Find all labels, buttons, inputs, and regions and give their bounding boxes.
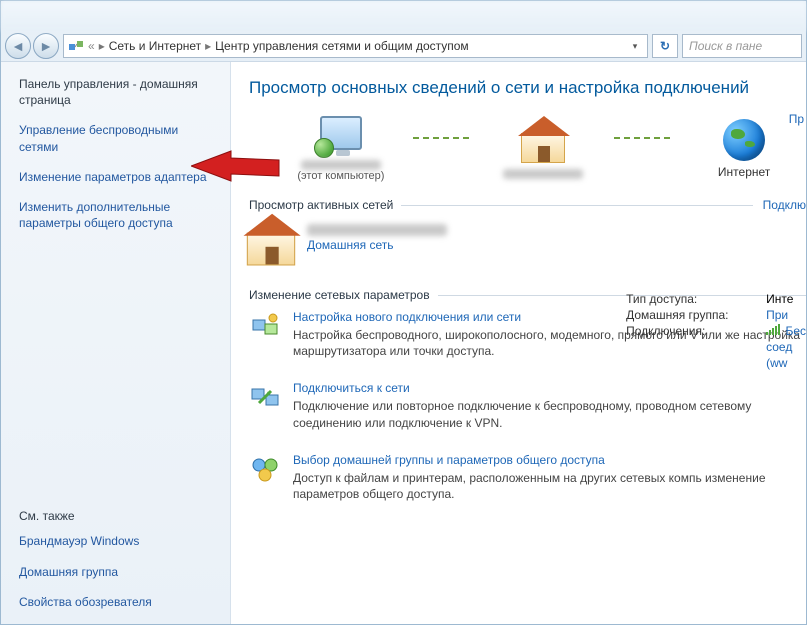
window-titlebar [1, 1, 806, 31]
this-pc-sublabel: (этот компьютер) [297, 170, 384, 182]
divider [401, 205, 752, 206]
access-type-value: Инте [766, 292, 793, 306]
address-dropdown-icon[interactable]: ▾ [627, 41, 643, 52]
search-input[interactable]: Поиск в пане [682, 34, 802, 58]
nav-forward-button[interactable]: ► [33, 33, 59, 59]
setting-desc: Подключение или повторное подключение к … [293, 398, 806, 430]
change-settings-heading: Изменение сетевых параметров [249, 288, 430, 302]
connection-value2: соед [766, 340, 792, 354]
globe-icon [723, 119, 765, 161]
redacted-pc-name [301, 160, 381, 170]
sidebar: Панель управления - домашняя страница Уп… [1, 62, 231, 624]
full-map-link[interactable]: Пр [789, 112, 804, 126]
chevron-right-icon: ▸ [205, 39, 211, 53]
home-network-icon[interactable] [249, 220, 293, 264]
breadcrumb-segment[interactable]: Сеть и Интернет [109, 39, 201, 53]
homegroup-link[interactable]: При [766, 308, 788, 322]
active-networks-heading: Просмотр активных сетей [249, 198, 393, 212]
network-properties: Тип доступа: Инте Домашняя группа: При П… [626, 292, 806, 372]
redacted-ssid [307, 224, 447, 236]
address-bar-row: ◄ ► « ▸ Сеть и Интернет ▸ Центр управлен… [1, 31, 806, 61]
house-icon [521, 133, 565, 163]
new-connection-icon [249, 310, 281, 342]
sidebar-home-link[interactable]: Панель управления - домашняя страница [19, 76, 212, 108]
connection-line-icon [413, 137, 471, 139]
access-type-label: Тип доступа: [626, 292, 756, 306]
connections-label: Подключения: [626, 324, 756, 338]
house-icon [247, 233, 295, 266]
status-badge-icon [314, 138, 334, 158]
network-node-router[interactable] [481, 119, 605, 179]
address-bar[interactable]: « ▸ Сеть и Интернет ▸ Центр управления с… [63, 34, 648, 58]
redacted-network-name [503, 169, 583, 179]
search-placeholder: Поиск в пане [689, 39, 762, 53]
control-panel-window: ◄ ► « ▸ Сеть и Интернет ▸ Центр управлен… [0, 0, 807, 625]
network-map: (этот компьютер) Интернет Пр [279, 116, 806, 182]
sidebar-item-wireless[interactable]: Управление беспроводными сетями [19, 122, 212, 154]
sidebar-item-browser-props[interactable]: Свойства обозревателя [19, 594, 212, 610]
wifi-signal-icon [766, 325, 780, 335]
main-content: Просмотр основных сведений о сети и наст… [231, 62, 806, 624]
connect-network-icon [249, 381, 281, 413]
connect-disconnect-link[interactable]: Подклю [763, 198, 806, 212]
sidebar-see-also-heading: См. также [19, 509, 212, 523]
sidebar-item-firewall[interactable]: Брандмауэр Windows [19, 533, 212, 549]
homegroup-label: Домашняя группа: [626, 308, 756, 322]
chevron-right-icon: ▸ [99, 39, 105, 53]
breadcrumb-chevrons: « [88, 39, 95, 53]
network-location-icon [68, 38, 84, 54]
arrow-left-icon: ◄ [11, 38, 25, 54]
setting-homegroup-sharing[interactable]: Выбор домашней группы и параметров общег… [249, 453, 806, 502]
setting-title[interactable]: Подключиться к сети [293, 381, 806, 395]
active-network-item: Домашняя сеть [249, 220, 806, 264]
connection-value: Бес [785, 324, 806, 338]
setting-title[interactable]: Выбор домашней группы и параметров общег… [293, 453, 806, 467]
nav-back-button[interactable]: ◄ [5, 33, 31, 59]
internet-label: Интернет [718, 165, 770, 179]
page-title: Просмотр основных сведений о сети и наст… [249, 78, 806, 98]
connection-link[interactable]: Бес [766, 324, 806, 338]
homegroup-icon [249, 453, 281, 485]
refresh-icon: ↻ [660, 39, 670, 53]
setting-desc: Доступ к файлам и принтерам, расположенн… [293, 470, 806, 502]
network-node-internet[interactable]: Интернет [682, 119, 806, 179]
setting-connect-network[interactable]: Подключиться к сети Подключение или повт… [249, 381, 806, 430]
refresh-button[interactable]: ↻ [652, 34, 678, 58]
connection-line-icon [614, 137, 672, 139]
network-node-thispc[interactable]: (этот компьютер) [279, 116, 403, 182]
connection-value3: (ww [766, 356, 787, 370]
sidebar-item-homegroup[interactable]: Домашняя группа [19, 564, 212, 580]
active-networks-heading-row: Просмотр активных сетей Подклю [249, 198, 806, 212]
arrow-right-icon: ► [39, 38, 53, 54]
network-type-link[interactable]: Домашняя сеть [307, 238, 447, 252]
sidebar-item-sharing[interactable]: Изменить дополнительные параметры общего… [19, 199, 212, 231]
sidebar-item-adapter[interactable]: Изменение параметров адаптера [19, 169, 212, 185]
breadcrumb-segment[interactable]: Центр управления сетями и общим доступом [215, 39, 469, 53]
